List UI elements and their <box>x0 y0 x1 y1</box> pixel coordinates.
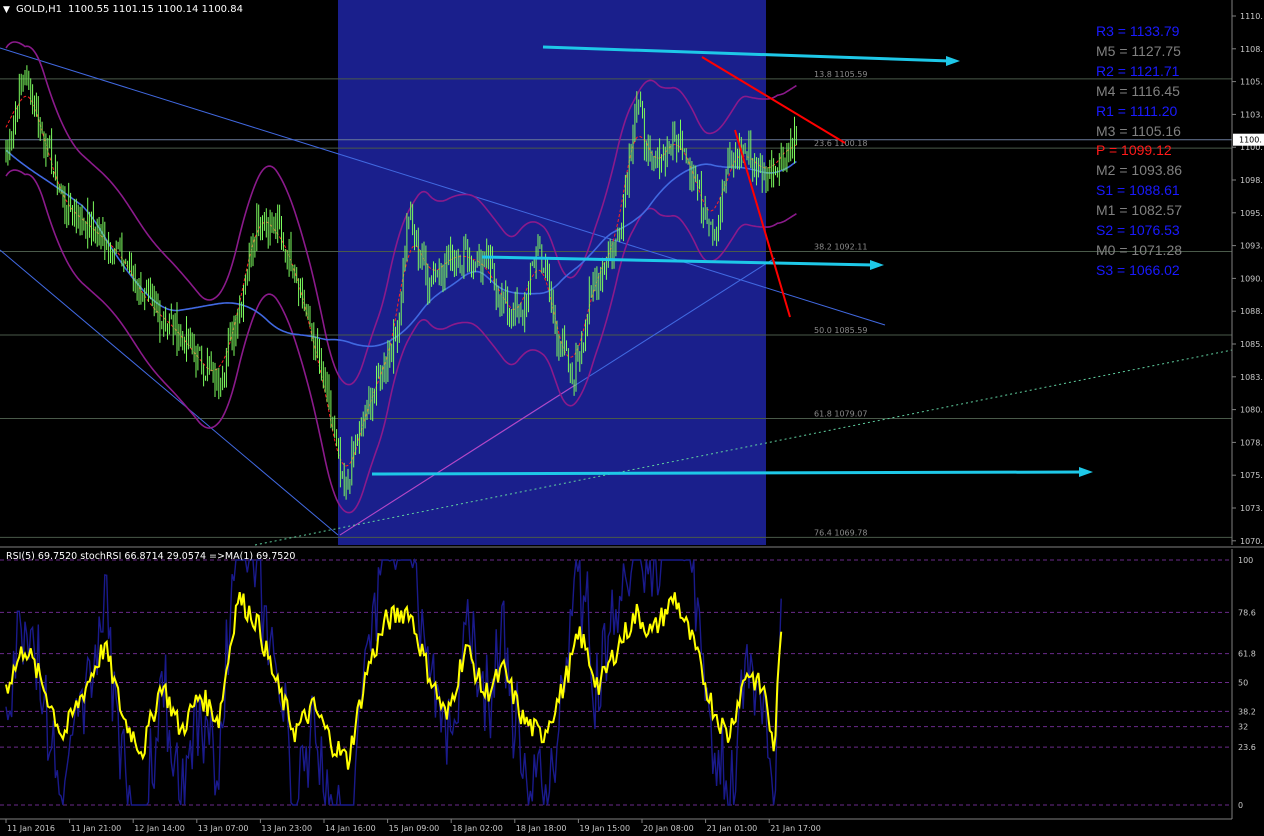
pivot-row: M1 = 1082.57 <box>1096 202 1183 219</box>
rsi-tick-label: 32 <box>1238 723 1248 732</box>
time-tick-label: 20 Jan 08:00 <box>643 824 694 833</box>
price-tick-label: 1095. <box>1240 209 1263 218</box>
pivot-row: M2 = 1093.86 <box>1096 162 1183 179</box>
pivot-row: S1 = 1088.61 <box>1096 182 1180 199</box>
highlight-band <box>338 0 766 545</box>
price-tick-label: 1108. <box>1240 45 1263 54</box>
price-tick-label: 1073. <box>1240 504 1263 513</box>
fib-label: 38.2 1092.11 <box>814 242 867 251</box>
price-tick-label: 1080. <box>1240 406 1263 415</box>
fib-label: 76.4 1069.78 <box>814 528 867 537</box>
rsi-tick-label: 61.8 <box>1238 650 1256 659</box>
price-tick-label: 1110. <box>1240 12 1263 21</box>
ohlc-label: 1100.55 1101.15 1100.14 1100.84 <box>68 4 243 15</box>
trading-chart[interactable]: 13.8 1105.5923.6 1100.1838.2 1092.1150.0… <box>0 0 1264 836</box>
price-tick-label: 1075. <box>1240 471 1263 480</box>
time-tick-label: 18 Jan 02:00 <box>452 824 503 833</box>
pivot-row: R2 = 1121.71 <box>1096 62 1180 79</box>
price-tick-label: 1103. <box>1240 110 1263 119</box>
pivot-row: S2 = 1076.53 <box>1096 222 1180 239</box>
symbol-label: GOLD,H1 <box>16 4 62 15</box>
rsi-header: RSI(5) 69.7520 stochRSI 66.8714 29.0574 … <box>6 551 295 562</box>
time-tick-label: 11 Jan 21:00 <box>71 824 122 833</box>
current-price-label: 1100. <box>1239 136 1262 145</box>
rsi-pane <box>0 549 1232 819</box>
price-tick-label: 1090. <box>1240 274 1263 283</box>
time-tick-label: 12 Jan 14:00 <box>134 824 185 833</box>
time-tick-label: 18 Jan 18:00 <box>516 824 567 833</box>
fib-label: 13.8 1105.59 <box>814 70 867 79</box>
pivot-row: P = 1099.12 <box>1096 142 1172 159</box>
header-triangle-icon[interactable]: ▼ <box>3 5 10 15</box>
pivot-row: R3 = 1133.79 <box>1096 23 1180 39</box>
time-tick-label: 11 Jan 2016 <box>7 824 55 833</box>
price-tick-label: 1085. <box>1240 340 1263 349</box>
cyan-arrow-bottom <box>371 470 1084 476</box>
time-tick-label: 21 Jan 01:00 <box>707 824 758 833</box>
time-tick-label: 19 Jan 15:00 <box>579 824 630 833</box>
price-tick-label: 1093. <box>1240 242 1263 251</box>
time-tick-label: 13 Jan 23:00 <box>261 824 312 833</box>
pivot-row: S3 = 1066.02 <box>1096 261 1180 278</box>
price-tick-label: 1105. <box>1240 78 1263 87</box>
pivot-panel: R3 = 1133.79 M5 = 1127.75 R2 = 1121.71 M4 =… <box>1096 22 1226 281</box>
price-tick-label: 1078. <box>1240 438 1263 447</box>
pivot-row: R1 = 1111.20 <box>1096 102 1178 119</box>
pivot-row: M5 = 1127.75 <box>1096 42 1181 59</box>
time-tick-label: 21 Jan 17:00 <box>770 824 821 833</box>
price-tick-label: 1070. <box>1240 537 1263 546</box>
price-tick-label: 1083. <box>1240 373 1263 382</box>
pivot-row: M3 = 1105.16 <box>1096 122 1181 139</box>
fib-label: 61.8 1079.07 <box>814 409 867 418</box>
rsi-tick-label: 50 <box>1238 679 1248 688</box>
rsi-tick-label: 0 <box>1238 801 1243 810</box>
fib-label: 50.0 1085.59 <box>814 326 867 335</box>
time-tick-label: 13 Jan 07:00 <box>198 824 249 833</box>
pivot-row: M4 = 1116.45 <box>1096 82 1180 99</box>
rsi-tick-label: 100 <box>1238 556 1253 565</box>
time-tick-label: 14 Jan 16:00 <box>325 824 376 833</box>
rsi-tick-label: 78.6 <box>1238 608 1256 617</box>
price-axis: 1110. 1108. 1105. 1103. 1100. 1098. 1095. 1093.… <box>1231 0 1264 546</box>
rsi-tick-label: 23.6 <box>1238 743 1256 752</box>
rsi-tick-label: 38.2 <box>1238 707 1256 716</box>
pivot-row: M0 = 1071.28 <box>1096 241 1183 258</box>
time-tick-label: 15 Jan 09:00 <box>389 824 440 833</box>
price-tick-label: 1088. <box>1240 307 1263 316</box>
price-tick-label: 1098. <box>1240 176 1263 185</box>
rsi-axis: 100 78.6 61.8 50 38.2 32 23.6 0 <box>1231 549 1256 819</box>
time-axis: 11 Jan 2016 11 Jan 21:00 12 Jan 14:00 13 Ja… <box>5 819 821 833</box>
